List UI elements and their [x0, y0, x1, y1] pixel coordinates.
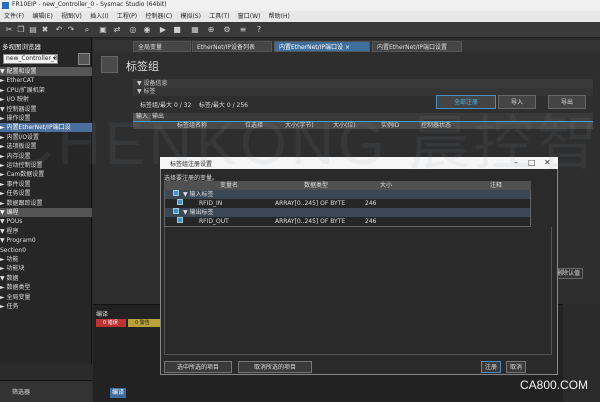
variable-table-header: 变量名 数据类型 大小 注释	[164, 181, 531, 190]
deselect-items-button[interactable]: 取消所选的项目	[238, 361, 312, 373]
offline-icon[interactable]: ◉	[142, 25, 152, 35]
menu-project[interactable]: 工程(P)	[117, 11, 137, 22]
variable-row[interactable]: RFID_IN ARRAY[0..245] OF BYTE 246	[165, 199, 530, 208]
variable-type: ARRAY[0..245] OF BYTE	[275, 200, 346, 207]
chevron-down-icon: ▾	[52, 55, 56, 62]
variable-name: RFID_IN	[199, 200, 223, 207]
tree-item[interactable]: ► 功能	[0, 255, 92, 264]
tab-build[interactable]: 编译	[110, 388, 126, 398]
select-items-button[interactable]: 选中所选的项目	[164, 361, 232, 373]
delete-icon[interactable]: ✖	[40, 25, 50, 35]
controller-select[interactable]: new_Controller_0 ▾	[3, 54, 58, 64]
menu-file[interactable]: 文件(F)	[4, 11, 24, 22]
tree-item[interactable]: ► 数据类型	[0, 283, 92, 292]
tree-item[interactable]: ► EtherCAT	[0, 76, 92, 85]
menu-simulation[interactable]: 模拟(S)	[180, 11, 201, 22]
menu-controller[interactable]: 控制器(C)	[145, 11, 172, 22]
toolbar: ✂ ❐ ▤ ✖ ↶ ↷ ⌕ ▣ ⇄ ◎ ◉ ▶ ■ ▦ ⊕ ⚙ ≡ ?	[0, 22, 600, 38]
menu-window[interactable]: 窗口(W)	[238, 11, 261, 22]
tag-group-icon	[101, 56, 118, 73]
page-title: 标签组	[126, 60, 159, 73]
cancel-button[interactable]: 取消	[506, 361, 526, 373]
dialog-body	[164, 227, 552, 355]
row-checkbox[interactable]	[173, 190, 179, 196]
explorer-button[interactable]	[78, 53, 90, 65]
window-title: FR10EIP - new_Controller_0 - Sysmac Stud…	[12, 1, 167, 8]
tab-eip-port-settings-active[interactable]: 内置EtherNet/IP端口设 ×	[274, 41, 370, 52]
window-title-bar: FR10EIP - new_Controller_0 - Sysmac Stud…	[0, 0, 600, 11]
undo-icon[interactable]: ↶	[54, 25, 64, 35]
tree-item[interactable]: ► 数据跟踪设置	[0, 199, 92, 208]
variable-size: 246	[365, 218, 377, 225]
stop-icon[interactable]: ■	[172, 25, 182, 35]
tree-item[interactable]: ▼ 配置和设置	[0, 67, 92, 76]
site-watermark: CA800.COM	[520, 378, 589, 392]
variable-name: ▼ 输出标签	[183, 209, 214, 216]
build-panel-title: 编译	[96, 311, 109, 318]
tree-item[interactable]: ▼ POUs	[0, 217, 92, 226]
tab-eip-port-settings[interactable]: 内置EtherNet/IP端口设置	[372, 41, 462, 52]
menu-insert[interactable]: 插入(I)	[90, 11, 108, 22]
row-checkbox[interactable]	[177, 199, 183, 205]
explorer-title: 多视图浏览器	[2, 43, 41, 51]
device-info-section[interactable]: ▼ 设备信息	[133, 79, 593, 88]
tree-item[interactable]: ▼ 数据	[0, 274, 92, 283]
menu-help[interactable]: 帮助(H)	[269, 11, 290, 22]
tree-item[interactable]: ▼ Program0	[0, 236, 92, 245]
menu-edit[interactable]: 编辑(E)	[32, 11, 52, 22]
variable-size: 246	[365, 200, 377, 207]
editor-tabs: 全局变量 EtherNet/IP设备列表 内置EtherNet/IP端口设 × …	[93, 40, 600, 52]
variable-name: ▼ 输入标签	[183, 191, 214, 198]
app-icon	[2, 2, 9, 9]
filter-bar[interactable]: 筛选器	[0, 380, 92, 402]
tree-item[interactable]: ► 全局变量	[0, 293, 92, 302]
tree-item[interactable]: ▼ 程序	[0, 227, 92, 236]
tab-global-variables[interactable]: 全局变量	[133, 41, 191, 52]
tree-item[interactable]: ► 任务	[0, 302, 92, 311]
filter-label: 筛选器	[12, 389, 31, 396]
compare-icon[interactable]: ≡	[238, 25, 248, 35]
background-watermark-logo: CHENKONG 晨控智能	[10, 110, 600, 177]
register-button[interactable]: 注册	[481, 361, 501, 373]
variable-name: RFID_OUT	[199, 218, 229, 225]
menu-tools[interactable]: 工具(T)	[209, 11, 229, 22]
col-comment: 注释	[490, 182, 503, 189]
col-size: 大小	[380, 182, 393, 189]
build-icon[interactable]: ▣	[98, 25, 108, 35]
tab-eip-device-list[interactable]: EtherNet/IP设备列表	[192, 41, 272, 52]
zoom-icon[interactable]: ⊕	[206, 25, 216, 35]
tree-item[interactable]: ► 功能块	[0, 264, 92, 273]
transfer-icon[interactable]: ⇄	[112, 25, 122, 35]
find-icon[interactable]: ⌕	[82, 25, 92, 35]
variable-group-row[interactable]: ▼ 输出标签	[165, 208, 530, 217]
tree-item[interactable]: ► CPU/扩展机架	[0, 86, 92, 95]
row-checkbox[interactable]	[173, 208, 179, 214]
tree-item[interactable]: ► 任务设置	[0, 189, 92, 198]
variable-group-row[interactable]: ▼ 输入标签	[165, 190, 530, 199]
row-checkbox[interactable]	[177, 217, 183, 223]
redo-icon[interactable]: ↷	[66, 25, 76, 35]
cut-icon[interactable]: ✂	[4, 25, 14, 35]
controller-select-value: new_Controller_0	[6, 55, 58, 62]
variable-row[interactable]: RFID_OUT ARRAY[0..245] OF BYTE 246	[165, 217, 530, 226]
copy-icon[interactable]: ❐	[16, 25, 26, 35]
tree-item[interactable]: Section0	[0, 246, 92, 255]
paste-icon[interactable]: ▤	[28, 25, 38, 35]
error-filter[interactable]: 0 错误	[96, 319, 126, 327]
help-icon[interactable]: ?	[254, 25, 264, 35]
settings-icon[interactable]: ⚙	[222, 25, 232, 35]
tree-item[interactable]: ▼ 编程	[0, 208, 92, 217]
monitor-icon[interactable]: ▦	[190, 25, 200, 35]
online-icon[interactable]: ◎	[128, 25, 138, 35]
menu-bar: 文件(F) 编辑(E) 视图(V) 插入(I) 工程(P) 控制器(C) 模拟(…	[0, 11, 600, 22]
col-variable-name: 变量名	[220, 182, 239, 189]
col-data-type: 数据类型	[304, 182, 329, 189]
variable-type: ARRAY[0..245] OF BYTE	[275, 218, 346, 225]
warning-filter[interactable]: 0 警告	[128, 319, 162, 327]
simulation-icon[interactable]: ▶	[158, 25, 168, 35]
menu-view[interactable]: 视图(V)	[61, 11, 82, 22]
